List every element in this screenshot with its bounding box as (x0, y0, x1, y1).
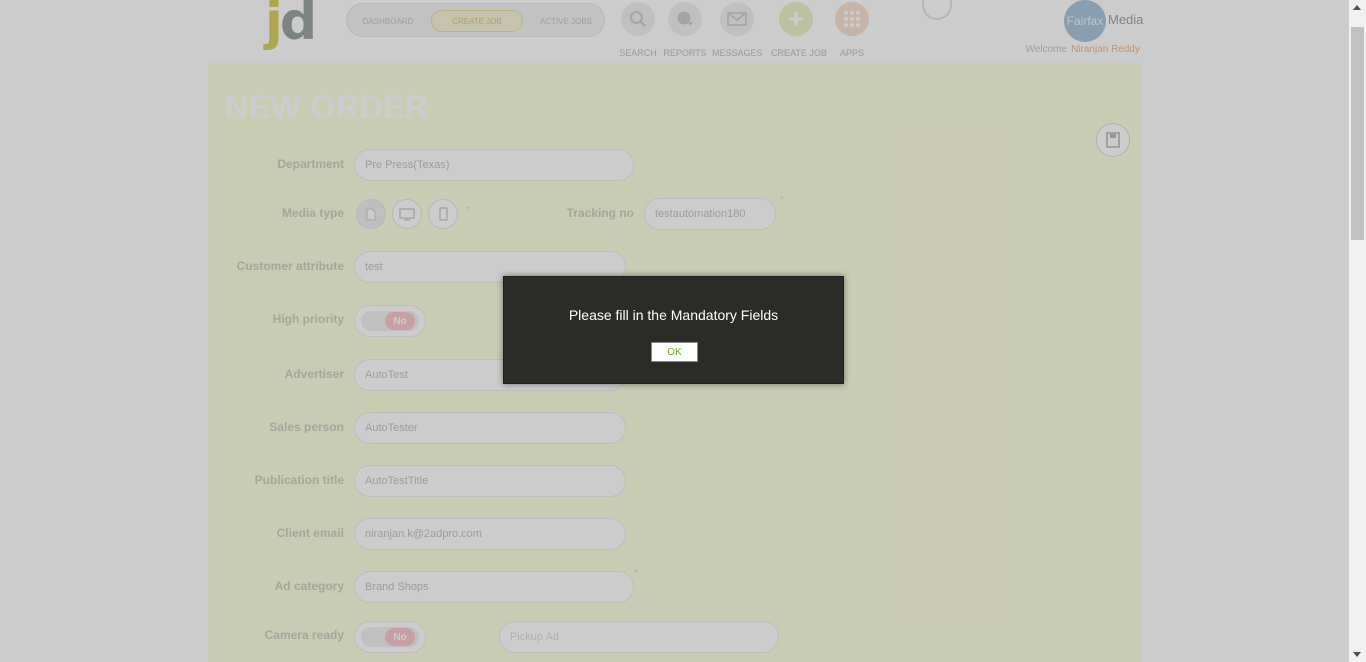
scroll-down-arrow-icon[interactable] (1353, 652, 1361, 657)
scroll-up-arrow-icon[interactable] (1353, 5, 1361, 10)
scroll-thumb[interactable] (1351, 27, 1364, 240)
alert-dialog: Please fill in the Mandatory Fields OK (503, 276, 844, 384)
vertical-scrollbar[interactable] (1349, 0, 1366, 662)
alert-message: Please fill in the Mandatory Fields (568, 307, 779, 323)
ok-button[interactable]: OK (651, 342, 698, 362)
